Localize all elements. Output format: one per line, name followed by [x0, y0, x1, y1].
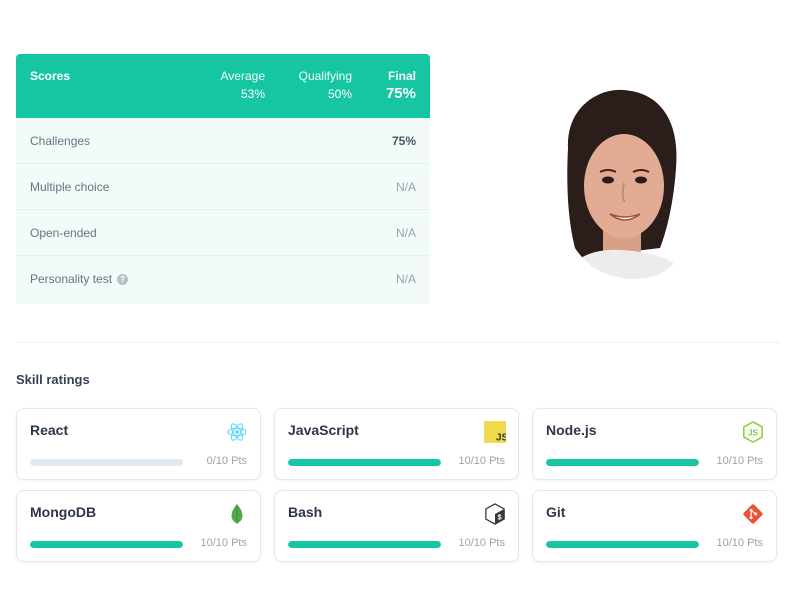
final-column: Final 75% [386, 69, 416, 102]
score-row-multiple-choice: Multiple choice N/A [16, 164, 430, 210]
score-row-label-wrap: Personality test ? [30, 272, 129, 286]
nodejs-icon: JS [743, 421, 763, 443]
skill-points: 10/10 Pts [716, 537, 763, 549]
skill-progress-fill [288, 541, 441, 548]
score-row-label: Open-ended [30, 226, 97, 240]
average-column: Average 53% [221, 69, 265, 101]
scores-title: Scores [30, 69, 71, 83]
skill-points: 10/10 Pts [458, 455, 505, 467]
score-row-label: Multiple choice [30, 180, 110, 194]
final-value: 75% [385, 85, 416, 102]
score-row-personality-test: Personality test ? N/A [16, 256, 430, 304]
skill-name: Node.js [546, 422, 597, 438]
skill-points: 0/10 Pts [206, 455, 247, 467]
skill-progress-bar [30, 541, 183, 548]
score-row-value: N/A [395, 272, 416, 286]
average-value: 53% [240, 87, 265, 101]
final-label: Final [387, 69, 416, 83]
skill-progress-fill [546, 541, 699, 548]
score-row-value: 75% [391, 134, 416, 148]
skill-name: MongoDB [30, 504, 97, 520]
qualifying-label: Qualifying [298, 69, 352, 83]
nodejs-icon-text: JS [748, 429, 759, 438]
skill-progress-fill [546, 459, 699, 466]
average-label: Average [220, 69, 265, 83]
skill-progress-fill [288, 459, 441, 466]
bash-icon: $ [485, 503, 505, 525]
score-row-value: N/A [395, 226, 416, 240]
skill-name: Git [546, 504, 566, 520]
qualifying-column: Qualifying 50% [299, 69, 352, 101]
skill-progress-bar [30, 459, 183, 466]
skill-points: 10/10 Pts [458, 537, 505, 549]
skill-card-nodejs: Node.js JS 10/10 Pts [532, 408, 777, 480]
help-icon[interactable]: ? [117, 273, 129, 285]
score-row-value: N/A [395, 180, 416, 194]
skill-name: React [30, 422, 69, 438]
javascript-icon-text: JS [496, 432, 506, 443]
section-divider [16, 342, 780, 343]
skill-points: 10/10 Pts [716, 455, 763, 467]
score-row-label: Personality test [30, 272, 113, 286]
skill-progress-bar [546, 459, 699, 466]
skill-points: 10/10 Pts [200, 537, 247, 549]
skill-progress-bar [288, 541, 441, 548]
skills-title: Skill ratings [16, 372, 90, 387]
skill-card-bash: Bash $ 10/10 Pts [274, 490, 519, 562]
skill-progress-fill [30, 541, 183, 548]
skill-card-git: Git 10/10 Pts [532, 490, 777, 562]
scores-table: Scores Average 53% Qualifying 50% Final … [16, 54, 430, 304]
skill-card-javascript: JavaScript JS 10/10 Pts [274, 408, 519, 480]
skill-progress-bar [546, 541, 699, 548]
score-row-open-ended: Open-ended N/A [16, 210, 430, 256]
skill-name: JavaScript [288, 422, 359, 438]
candidate-avatar [555, 88, 690, 279]
score-row-challenges: Challenges 75% [16, 118, 430, 164]
skill-card-react: React 0/10 Pts [16, 408, 261, 480]
skill-progress-bar [288, 459, 441, 466]
score-row-label: Challenges [30, 134, 91, 148]
qualifying-value: 50% [327, 87, 352, 101]
git-icon [743, 504, 763, 524]
scores-header: Scores Average 53% Qualifying 50% Final … [16, 54, 430, 118]
skill-card-mongodb: MongoDB 10/10 Pts [16, 490, 261, 562]
bash-icon-text: $ [497, 515, 502, 523]
javascript-icon: JS [484, 421, 506, 443]
candidate-report: Scores Average 53% Qualifying 50% Final … [0, 0, 800, 600]
react-icon [227, 423, 247, 441]
mongodb-icon [231, 503, 243, 525]
skill-name: Bash [288, 504, 323, 520]
